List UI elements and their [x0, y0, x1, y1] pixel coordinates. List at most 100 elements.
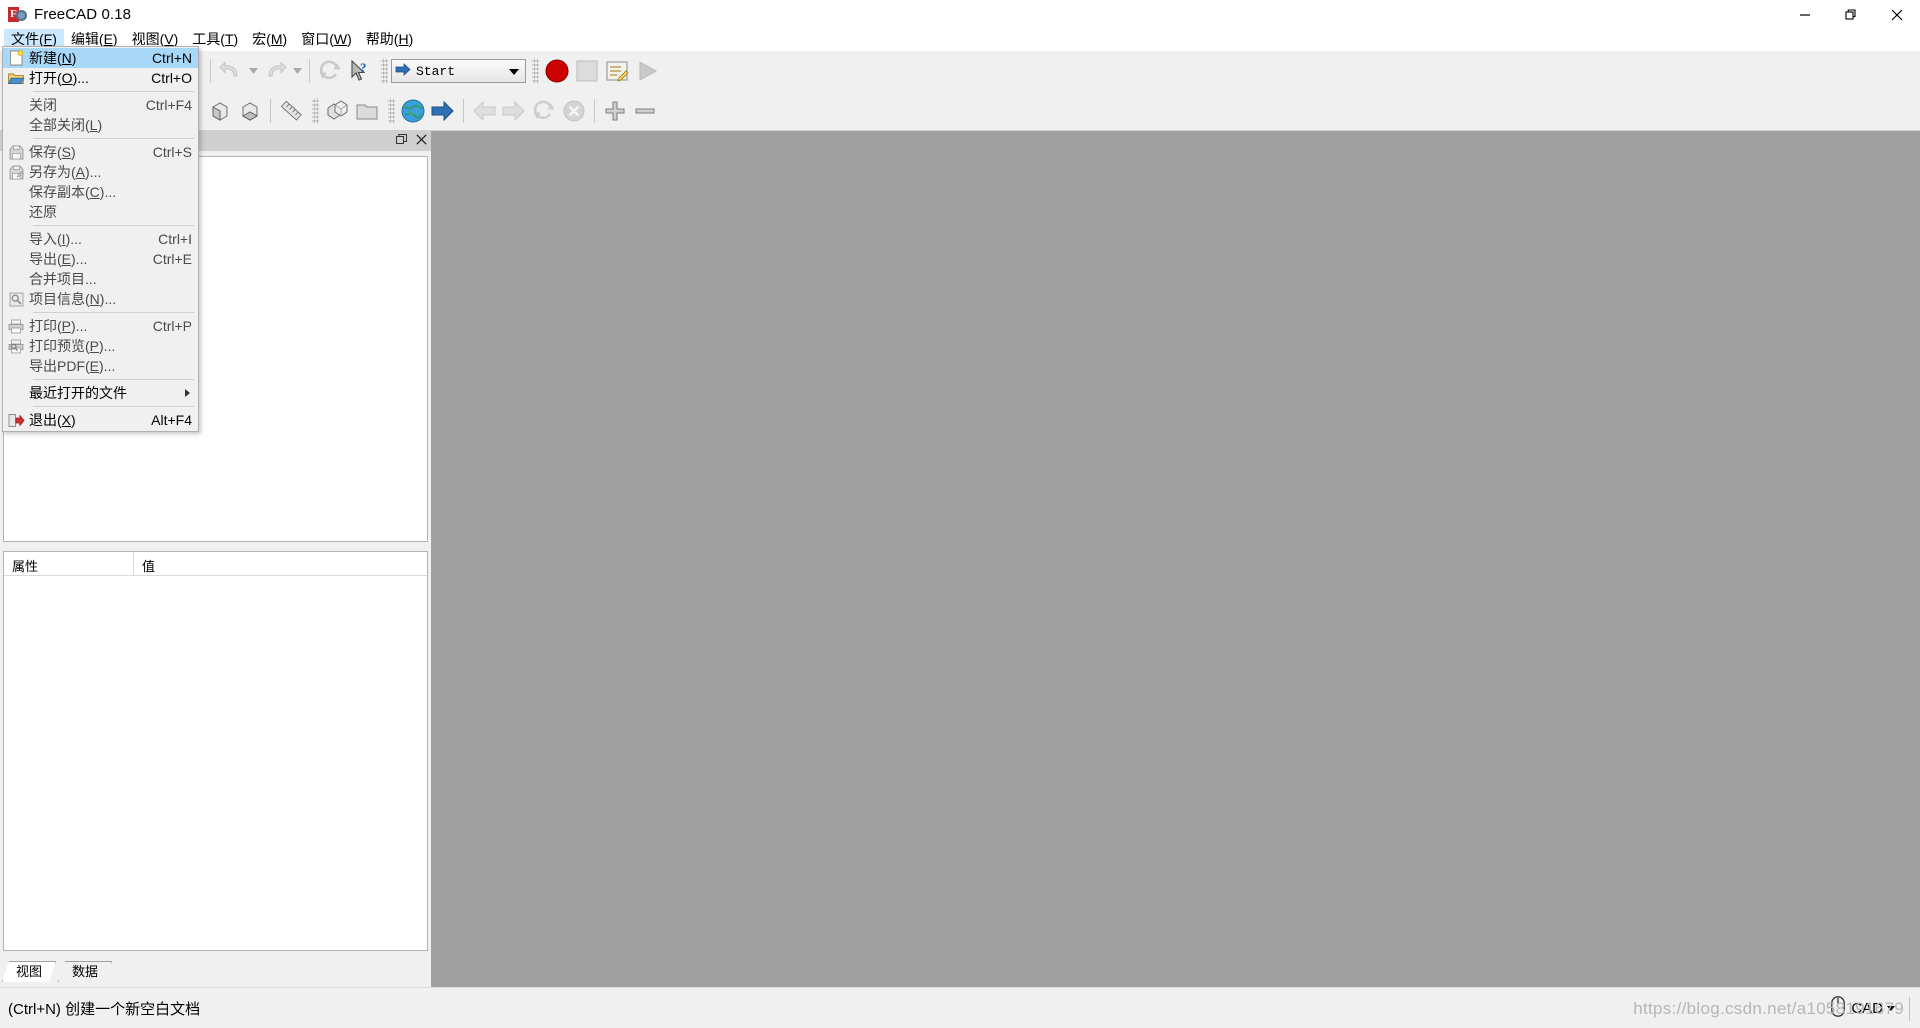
browser-stop-button[interactable]	[559, 96, 589, 126]
file-menu-print[interactable]: 打印(P)... Ctrl+P	[3, 316, 198, 336]
start-page-button[interactable]	[322, 96, 352, 126]
undo-button[interactable]	[216, 56, 246, 86]
value-column-header: 值	[142, 558, 156, 574]
browser-back-button[interactable]	[469, 96, 499, 126]
restore-button[interactable]	[1828, 0, 1874, 29]
file-menu-new-label: 新建(N)	[29, 48, 136, 68]
toolbar-grip-icon[interactable]	[388, 98, 395, 124]
menu-macro-key: M	[270, 31, 283, 47]
file-menu-exit[interactable]: 退出(X) Alt+F4	[3, 410, 198, 430]
file-menu-open-label: 打开(O)...	[29, 68, 135, 88]
menu-window[interactable]: 窗口(W)	[294, 29, 359, 51]
open-folder-row2-button[interactable]	[352, 96, 382, 126]
file-menu-close[interactable]: 关闭 Ctrl+F4	[3, 95, 198, 115]
file-menu-export-label: 导出(E)...	[29, 249, 137, 269]
chevron-down-icon	[1887, 1006, 1895, 1011]
panel-tab-view[interactable]: 视图	[2, 961, 56, 982]
file-menu-save-as-post: )...	[85, 164, 102, 180]
toolbar-separator	[463, 99, 464, 123]
status-bar-separator	[1909, 996, 1910, 1021]
file-menu-open[interactable]: 打开(O)... Ctrl+O	[3, 68, 198, 88]
file-menu-export-pdf[interactable]: 导出PDF(E)...	[3, 356, 198, 376]
rear-view-button[interactable]	[205, 96, 235, 126]
file-menu-import-shortcut: Ctrl+I	[158, 231, 192, 247]
refresh-button[interactable]	[315, 56, 345, 86]
file-menu-project-info[interactable]: 项目信息(N)...	[3, 289, 198, 309]
macro-stop-button[interactable]	[572, 56, 602, 86]
menu-file-pre: 文件(	[11, 31, 44, 47]
redo-button[interactable]	[260, 56, 290, 86]
file-menu-merge-project[interactable]: 合并项目...	[3, 269, 198, 289]
blank-icon	[3, 115, 29, 135]
mdi-workspace-area[interactable]	[431, 131, 1920, 987]
toolbar-separator	[309, 59, 310, 83]
file-menu-import-pre: 导入(	[29, 231, 62, 247]
close-button[interactable]	[1874, 0, 1920, 29]
zoom-out-button[interactable]	[630, 96, 660, 126]
file-menu-save-copy-label: 保存副本(C)...	[29, 182, 176, 202]
measure-button[interactable]	[276, 96, 306, 126]
zoom-in-button[interactable]	[600, 96, 630, 126]
file-menu-export-pdf-pre: 导出PDF(	[29, 358, 90, 374]
blank-icon	[3, 383, 29, 403]
close-panel-icon[interactable]	[416, 133, 427, 148]
toolbar-grip-icon[interactable]	[532, 58, 539, 84]
blank-icon	[3, 229, 29, 249]
file-menu-separator-3	[33, 225, 194, 226]
blank-icon	[3, 269, 29, 289]
browser-reload-button[interactable]	[529, 96, 559, 126]
file-menu-save-as[interactable]: 另存为(A)...	[3, 162, 198, 182]
file-menu-save[interactable]: 保存(S) Ctrl+S	[3, 142, 198, 162]
file-menu-revert[interactable]: 还原	[3, 202, 198, 222]
menu-help[interactable]: 帮助(H)	[359, 29, 420, 51]
file-menu-import[interactable]: 导入(I)... Ctrl+I	[3, 229, 198, 249]
freecad-logo-icon: F	[8, 6, 27, 24]
property-panel-tabs: 视图 数据	[2, 960, 114, 982]
workbench-selector-value: Start	[416, 63, 456, 79]
bottom-view-button[interactable]	[235, 96, 265, 126]
menu-edit-key: E	[103, 31, 113, 47]
macro-edit-button[interactable]	[602, 56, 632, 86]
file-menu-print-preview[interactable]: 打印预览(P)...	[3, 336, 198, 356]
file-menu-export-key: E	[61, 251, 72, 267]
file-menu-recent-files[interactable]: 最近打开的文件	[3, 383, 198, 403]
property-editor-table[interactable]: 属性 值	[3, 551, 428, 951]
file-menu-print-preview-key: P	[89, 338, 100, 354]
file-menu-separator-6	[33, 406, 194, 407]
workbench-selector[interactable]: Start	[391, 59, 526, 83]
browser-forward-button[interactable]	[499, 96, 529, 126]
new-document-icon	[3, 48, 29, 68]
menu-window-key: W	[333, 31, 348, 47]
file-menu-close-all[interactable]: 全部关闭(L)	[3, 115, 198, 135]
whats-this-button[interactable]: ?	[345, 56, 375, 86]
float-panel-icon[interactable]	[396, 133, 407, 148]
panel-tab-data[interactable]: 数据	[58, 961, 112, 982]
file-menu-save-copy[interactable]: 保存副本(C)...	[3, 182, 198, 202]
freecad-application-window: F FreeCAD 0.18 文件(F) 编辑(E) 视图(V) 工具(T) 宏…	[0, 0, 1920, 1028]
menu-macro[interactable]: 宏(M)	[245, 29, 294, 51]
blank-icon	[3, 356, 29, 376]
property-editor-header-row: 属性 值	[4, 552, 427, 576]
forward-arrow-button[interactable]	[428, 96, 458, 126]
menu-window-post: )	[347, 31, 352, 47]
navigation-style-selector[interactable]: CAD	[1851, 1000, 1895, 1017]
undo-dropdown-button[interactable]	[246, 56, 260, 86]
file-menu-print-pre: 打印(	[29, 318, 62, 334]
exit-icon	[3, 410, 29, 430]
macro-record-button[interactable]	[542, 56, 572, 86]
file-menu-print-key: P	[61, 318, 72, 334]
menu-view-key: V	[164, 31, 174, 47]
file-menu-export[interactable]: 导出(E)... Ctrl+E	[3, 249, 198, 269]
file-menu-exit-pre: 退出(	[29, 412, 62, 428]
toolbar-grip-icon[interactable]	[381, 58, 388, 84]
mouse-icon	[1831, 995, 1846, 1022]
property-column-header: 属性	[4, 552, 134, 575]
file-menu-project-info-pre: 项目信息(	[29, 291, 90, 307]
toolbar-grip-icon[interactable]	[312, 98, 319, 124]
property-editor-panel: 属性 值 视图 数据	[0, 551, 431, 987]
open-website-button[interactable]	[398, 96, 428, 126]
redo-dropdown-button[interactable]	[290, 56, 304, 86]
macro-execute-button[interactable]	[632, 56, 662, 86]
minimize-button[interactable]	[1782, 0, 1828, 29]
file-menu-new[interactable]: 新建(N) Ctrl+N	[3, 48, 198, 68]
